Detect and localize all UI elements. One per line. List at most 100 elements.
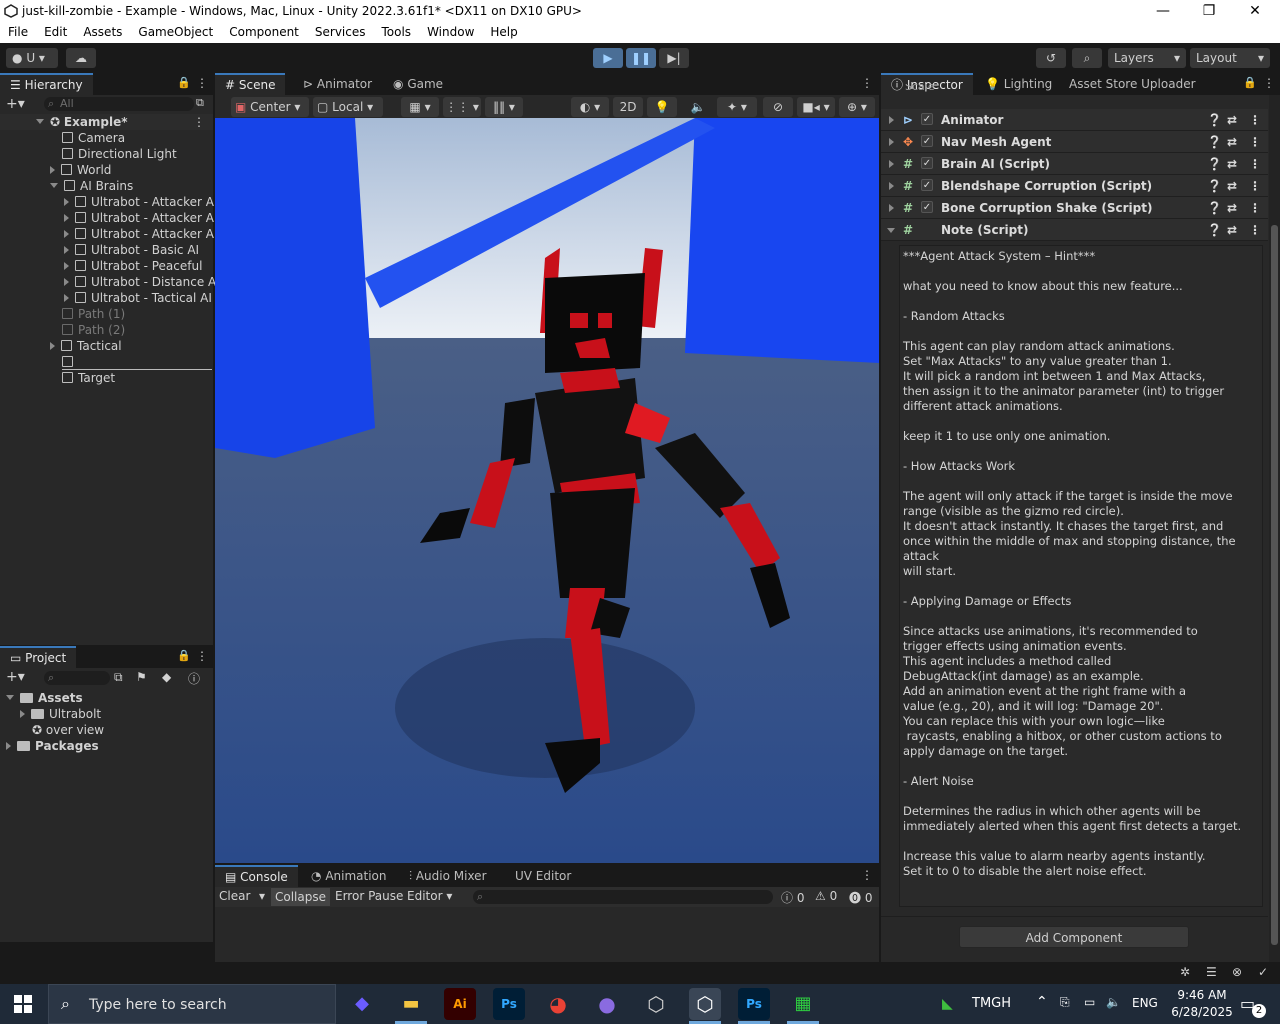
scene-row[interactable]: ✪ Example* ⋮ [0, 114, 213, 130]
audio-toggle-button[interactable]: 🔈 [685, 97, 711, 117]
error-count-toggle[interactable]: ⓿ 0 [849, 889, 872, 906]
menu-component[interactable]: Component [221, 22, 307, 43]
unity-hub-icon[interactable]: ⬡ [640, 988, 672, 1020]
cloud-button[interactable]: ☁ [66, 48, 96, 68]
game-icon[interactable]: ▦ [787, 988, 819, 1020]
network-icon[interactable]: ⊗ [1232, 965, 1242, 979]
project-search-input[interactable]: ⌕ [44, 671, 110, 685]
play-button[interactable]: ▶ [593, 48, 623, 68]
tab-console[interactable]: ▤ Console [215, 865, 298, 887]
enabled-checkbox[interactable]: ✓ [921, 179, 933, 191]
more-menu-icon[interactable]: ⋮ [1249, 153, 1261, 175]
tab-uv-editor[interactable]: UV Editor [505, 865, 581, 887]
enabled-checkbox[interactable]: ✓ [921, 135, 933, 147]
close-button[interactable]: ✕ [1232, 2, 1278, 20]
filter-label-icon[interactable]: ⚑ [136, 670, 147, 684]
taskbar-search-input[interactable]: ⌕ Type here to search [48, 984, 336, 1024]
clear-button[interactable]: Clear [219, 889, 250, 903]
filter-type-icon[interactable]: ⧉ [114, 670, 123, 685]
hierarchy-item-target[interactable]: Target [62, 370, 115, 386]
unity-icon[interactable]: ⬡ [689, 988, 721, 1020]
menu-file[interactable]: File [0, 22, 36, 43]
add-icon[interactable]: +▾ [6, 669, 25, 685]
step-button[interactable]: ▶| [659, 48, 689, 68]
presets-icon[interactable]: ⇄ [1227, 153, 1237, 175]
draw-mode-button[interactable]: ◐ ▾ [571, 97, 609, 117]
editor-dropdown[interactable]: Editor ▾ [407, 889, 452, 903]
hierarchy-search-input[interactable]: ⌕ All [44, 97, 194, 111]
project-packages-folder[interactable]: Packages [6, 738, 99, 754]
photoshop-icon[interactable]: Ps [493, 988, 525, 1020]
hierarchy-item-ultrabot[interactable]: Ultrabot - Attacker AI [64, 194, 218, 210]
lock-icon[interactable]: 🔒 [177, 76, 191, 89]
illustrator-icon[interactable]: Ai [444, 988, 476, 1020]
menu-window[interactable]: Window [419, 22, 482, 43]
more-menu-icon[interactable]: ⋮ [1249, 219, 1261, 241]
menu-help[interactable]: Help [482, 22, 525, 43]
camera-settings-button[interactable]: ■◂ ▾ [797, 97, 835, 117]
menu-gameobject[interactable]: GameObject [130, 22, 221, 43]
chrome-icon[interactable]: ◕ [542, 988, 574, 1020]
gizmos-button[interactable]: ⊕ ▾ [839, 97, 875, 117]
enabled-checkbox[interactable]: ✓ [921, 157, 933, 169]
snap-increment-button[interactable]: ⋮⋮ ▾ [443, 97, 481, 117]
menu-assets[interactable]: Assets [75, 22, 130, 43]
scene-viewport[interactable] [215, 118, 879, 863]
scrollbar-thumb[interactable] [1271, 225, 1278, 945]
effects-toggle-button[interactable]: ✦ ▾ [717, 97, 757, 117]
menu-edit[interactable]: Edit [36, 22, 75, 43]
component-bone-corruption-shake[interactable]: # ✓ Bone Corruption Shake (Script) ❔ ⇄ ⋮ [881, 197, 1268, 219]
help-icon[interactable]: ❔ [1207, 175, 1222, 197]
presets-icon[interactable]: ⇄ [1227, 175, 1237, 197]
help-icon[interactable]: ❔ [1207, 109, 1222, 131]
windows-start-icon[interactable] [14, 995, 32, 1013]
tab-scene[interactable]: # Scene [215, 73, 286, 95]
menu-tools[interactable]: Tools [374, 22, 420, 43]
toggle-2d-button[interactable]: 2D [613, 97, 643, 117]
hierarchy-item-ultrabot[interactable]: Ultrabot - Distance AI [64, 274, 220, 290]
add-component-button[interactable]: Add Component [959, 926, 1189, 948]
help-icon[interactable]: ❔ [1207, 153, 1222, 175]
component-brain-ai[interactable]: # ✓ Brain AI (Script) ❔ ⇄ ⋮ [881, 153, 1268, 175]
search-button[interactable]: ⌕ [1072, 48, 1102, 68]
console-search-input[interactable]: ⌕ [473, 890, 773, 904]
pivot-dropdown[interactable]: ▣ Center ▾ [231, 97, 309, 117]
hierarchy-item-ai-brains[interactable]: AI Brains [50, 178, 133, 194]
note-textarea[interactable]: ***Agent Attack System – Hint*** what yo… [899, 245, 1263, 907]
more-menu-icon[interactable]: ⋮ [193, 114, 205, 130]
tab-hierarchy[interactable]: ☰ Hierarchy [0, 73, 93, 95]
component-note[interactable]: # Note (Script) ❔ ⇄ ⋮ [881, 219, 1268, 241]
hierarchy-item-ultrabot[interactable]: Ultrabot - Attacker AI [64, 226, 218, 242]
github-icon[interactable]: ● [591, 988, 623, 1020]
history-button[interactable]: ↺ [1036, 48, 1066, 68]
lighting-toggle-button[interactable]: 💡 [647, 97, 677, 117]
component-nav-mesh-agent[interactable]: ✥ ✓ Nav Mesh Agent ❔ ⇄ ⋮ [881, 131, 1268, 153]
hierarchy-item-camera[interactable]: Camera [62, 130, 125, 146]
tab-asset-store-uploader[interactable]: Asset Store Uploader [1059, 73, 1206, 95]
help-icon[interactable]: ❔ [1207, 131, 1222, 153]
component-animator[interactable]: ⊳ ✓ Animator ❔ ⇄ ⋮ [881, 109, 1268, 131]
more-menu-icon[interactable]: ⋮ [1249, 197, 1261, 219]
tab-animation[interactable]: ◔ Animation [301, 865, 397, 887]
database-icon[interactable]: ☰ [1206, 965, 1217, 979]
photoshop-icon[interactable]: Ps [738, 988, 770, 1020]
chevron-up-icon[interactable]: ⌃ [1036, 994, 1048, 1010]
warning-count-toggle[interactable]: ⚠ 0 [815, 889, 837, 903]
hierarchy-item-world[interactable]: World [50, 162, 111, 178]
presets-icon[interactable]: ⇄ [1227, 109, 1237, 131]
clear-options-icon[interactable]: ▾ [259, 889, 265, 903]
presets-icon[interactable]: ⇄ [1227, 197, 1237, 219]
help-icon[interactable]: ❔ [1207, 219, 1222, 241]
grid-visibility-button[interactable]: ‖‖ ▾ [485, 97, 523, 117]
hierarchy-item-unnamed[interactable] [62, 354, 212, 370]
add-icon[interactable]: +▾ [6, 96, 25, 112]
more-menu-icon[interactable]: ⋮ [1249, 175, 1261, 197]
copilot-icon[interactable]: ◆ [346, 988, 378, 1020]
hierarchy-item-ultrabot[interactable]: Ultrabot - Tactical AI [64, 290, 212, 306]
volume-icon[interactable]: 🔈 [1106, 995, 1121, 1009]
debug-icon[interactable]: ✲ [1180, 965, 1190, 979]
more-menu-icon[interactable]: ⋮ [196, 76, 208, 90]
hierarchy-item-ultrabot[interactable]: Ultrabot - Basic AI [64, 242, 199, 258]
project-assets-folder[interactable]: Assets [6, 690, 83, 706]
hierarchy-item-path[interactable]: Path (2) [62, 322, 125, 338]
